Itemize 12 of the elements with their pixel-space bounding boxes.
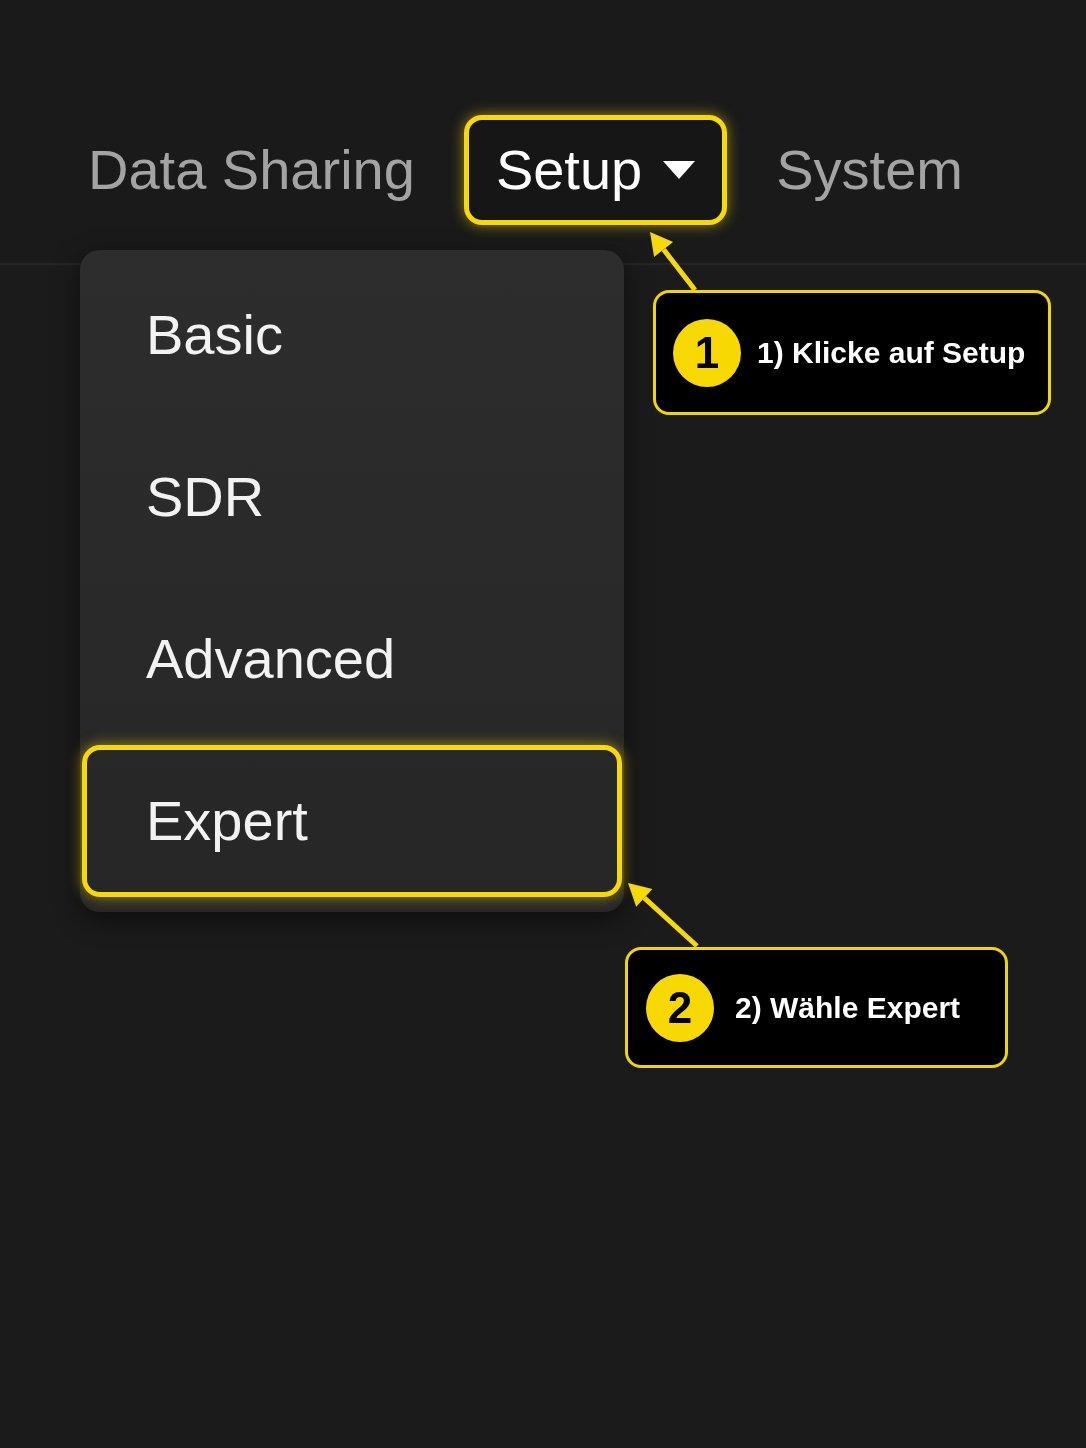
menu-item[interactable]: Basic	[82, 259, 622, 411]
menu-item[interactable]: Expert	[82, 745, 622, 897]
menu-item[interactable]: Advanced	[82, 583, 622, 735]
caret-icon	[663, 161, 696, 179]
step-number-badge: 1	[673, 318, 741, 387]
callout-text: 2) Wähle Expert	[735, 992, 961, 1023]
callout-text: 1) Klicke auf Setup	[757, 337, 1026, 368]
menu-item[interactable]: SDR	[82, 421, 622, 573]
nav-link[interactable]: System	[771, 115, 968, 225]
step-number-badge: 2	[646, 973, 714, 1042]
nav-link[interactable]: Data Sharing	[83, 115, 420, 225]
nav-dropdown-button[interactable]: Setup	[463, 115, 728, 225]
